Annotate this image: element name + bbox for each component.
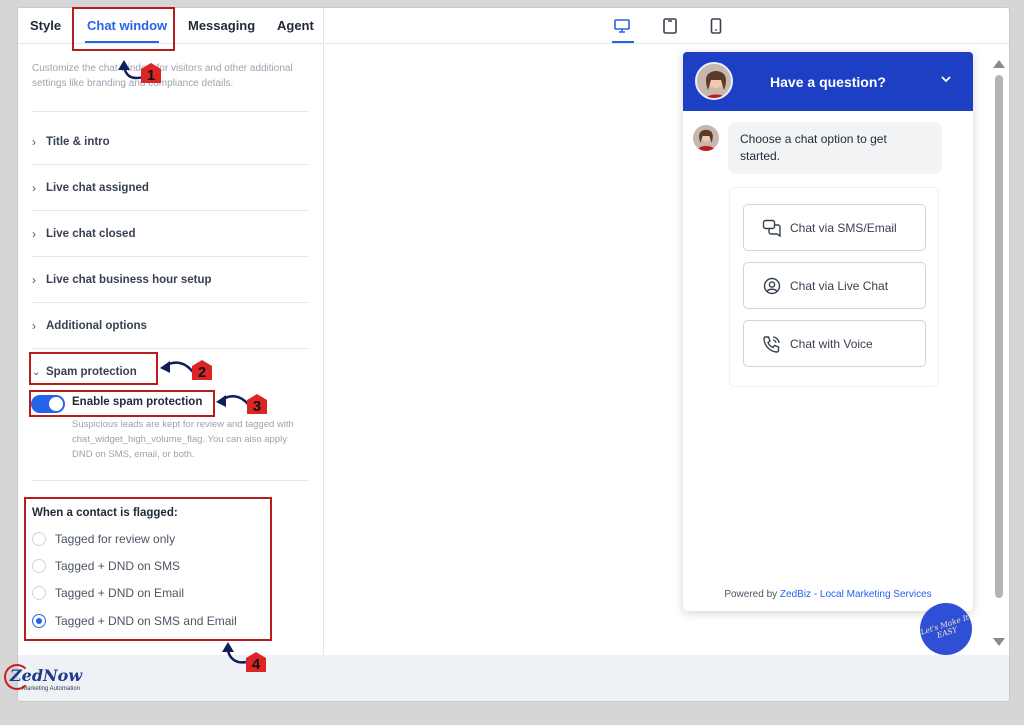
logo-wordmark: ZedNow — [10, 666, 83, 685]
logo-tagline: Marketing Automation — [22, 686, 81, 692]
annotation-arrows — [118, 60, 249, 664]
badge-text: Let's Make It EASY — [919, 612, 970, 640]
zednow-logo: ZedNow Marketing Automation — [4, 664, 104, 694]
lets-make-it-easy-badge: Let's Make It EASY — [919, 603, 972, 655]
